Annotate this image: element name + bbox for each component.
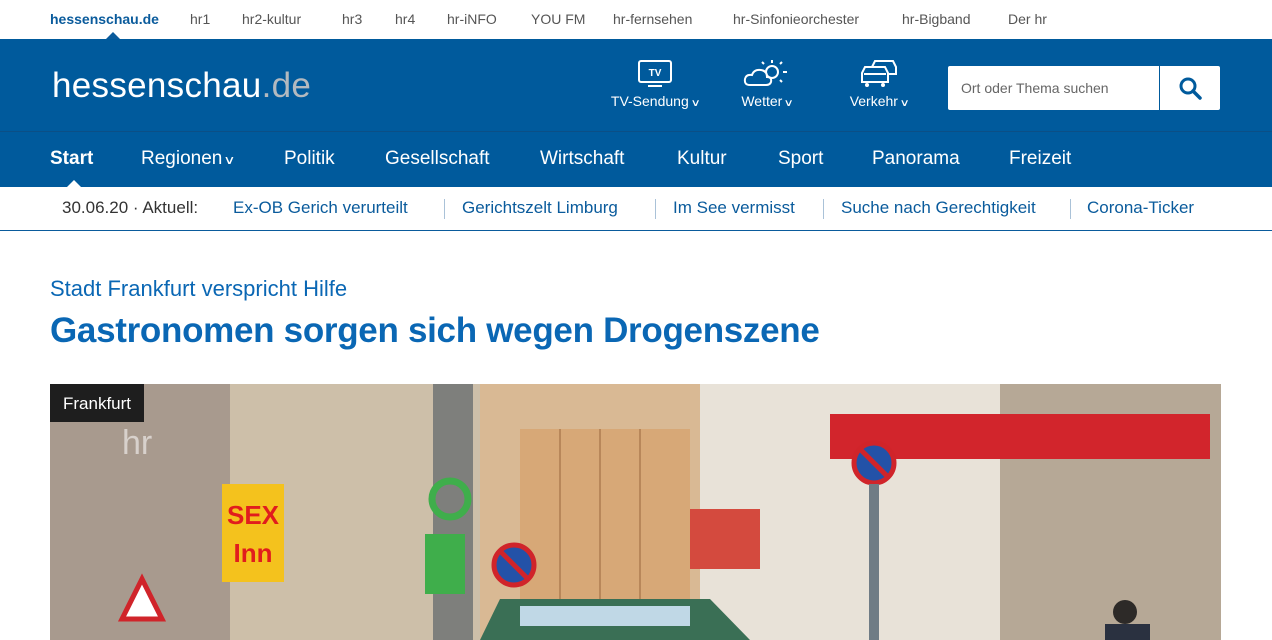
article-kicker: Stadt Frankfurt verspricht Hilfe <box>50 276 348 301</box>
network-link-hr-fernsehen[interactable]: hr-fernsehen <box>613 11 692 27</box>
network-link-hr3[interactable]: hr3 <box>342 11 362 27</box>
nav-start[interactable]: Start <box>50 148 93 170</box>
article-headline[interactable]: Gastronomen sorgen sich wegen Drogenszen… <box>50 311 820 351</box>
logo-main: hessenschau <box>52 66 262 105</box>
ticker-link[interactable]: Suche nach Gerechtigkeit <box>841 198 1036 218</box>
svg-text:SEX: SEX <box>227 500 280 530</box>
ticker-divider <box>1070 199 1071 219</box>
search-input[interactable] <box>948 66 1159 110</box>
street-scene-illustration: SEX Inn hr <box>50 384 1221 640</box>
network-bar: hessenschau.de hr1 hr2-kultur hr3 hr4 hr… <box>0 0 1272 39</box>
nav-gesellschaft[interactable]: Gesellschaft <box>385 148 490 170</box>
network-link-hr-sinfonieorchester[interactable]: hr-Sinfonieorchester <box>733 11 859 27</box>
search-box <box>948 66 1220 110</box>
nav-regionen-label: Regionen <box>141 148 223 169</box>
svg-text:hr: hr <box>122 424 152 462</box>
verkehr-menu[interactable]: Verkehr ∨ <box>843 59 915 109</box>
nav-wirtschaft[interactable]: Wirtschaft <box>540 148 624 170</box>
ticker-link[interactable]: Im See vermisst <box>673 198 795 218</box>
network-link-hessenschau[interactable]: hessenschau.de <box>50 11 159 27</box>
weather-icon <box>743 60 787 86</box>
traffic-icon <box>861 60 897 87</box>
logo-tld: .de <box>261 66 312 105</box>
ticker-divider <box>823 199 824 219</box>
nav-freizeit[interactable]: Freizeit <box>1009 148 1071 170</box>
network-link-you-fm[interactable]: YOU FM <box>531 11 585 27</box>
news-ticker: 30.06.20 · Aktuell: Ex-OB Gerich verurte… <box>0 187 1272 231</box>
verkehr-label: Verkehr <box>849 93 898 109</box>
ticker-link[interactable]: Corona-Ticker <box>1087 198 1194 218</box>
ticker-link[interactable]: Gerichtszelt Limburg <box>462 198 618 218</box>
tv-sendung-label: TV-Sendung <box>610 93 689 109</box>
site-logo[interactable]: hessenschau.de <box>52 66 311 106</box>
chevron-down-icon: ∨ <box>899 98 910 109</box>
main-navigation: Start Regionen∨ Politik Gesellschaft Wir… <box>0 131 1272 188</box>
svg-text:TV: TV <box>649 68 662 79</box>
chevron-down-icon: ∨ <box>223 153 236 167</box>
network-link-der-hr[interactable]: Der hr <box>1008 11 1047 27</box>
network-link-hr2-kultur[interactable]: hr2-kultur <box>242 11 301 27</box>
active-indicator <box>106 32 120 39</box>
ticker-link[interactable]: Ex-OB Gerich verurteilt <box>233 198 408 218</box>
network-link-hr-info[interactable]: hr-iNFO <box>447 11 497 27</box>
article-hero-image[interactable]: SEX Inn hr <box>50 384 1221 640</box>
nav-panorama[interactable]: Panorama <box>872 148 960 170</box>
tv-icon: TV <box>638 60 672 87</box>
image-location-tag: Frankfurt <box>50 384 145 422</box>
network-link-hr-bigband[interactable]: hr-Bigband <box>902 11 971 27</box>
chevron-down-icon: ∨ <box>783 98 795 109</box>
search-icon <box>1179 77 1202 100</box>
wetter-label: Wetter <box>741 93 783 109</box>
search-button[interactable] <box>1160 66 1220 110</box>
svg-text:Inn: Inn <box>234 538 273 568</box>
network-link-hr1[interactable]: hr1 <box>190 11 210 27</box>
tv-sendung-menu[interactable]: TV TV-Sendung ∨ <box>606 59 704 109</box>
nav-politik[interactable]: Politik <box>284 148 335 170</box>
nav-sport[interactable]: Sport <box>778 148 823 170</box>
chevron-down-icon: ∨ <box>690 98 701 109</box>
site-header: hessenschau.de TV TV-Sendung∨ Wetter∨ <box>0 39 1272 131</box>
ticker-date: 30.06.20 · Aktuell: <box>62 198 199 217</box>
ticker-divider <box>655 199 656 219</box>
wetter-menu[interactable]: Wetter ∨ <box>734 59 800 109</box>
nav-regionen[interactable]: Regionen∨ <box>141 148 236 170</box>
network-link-hr4[interactable]: hr4 <box>395 11 415 27</box>
nav-kultur[interactable]: Kultur <box>677 148 727 170</box>
ticker-divider <box>444 199 445 219</box>
